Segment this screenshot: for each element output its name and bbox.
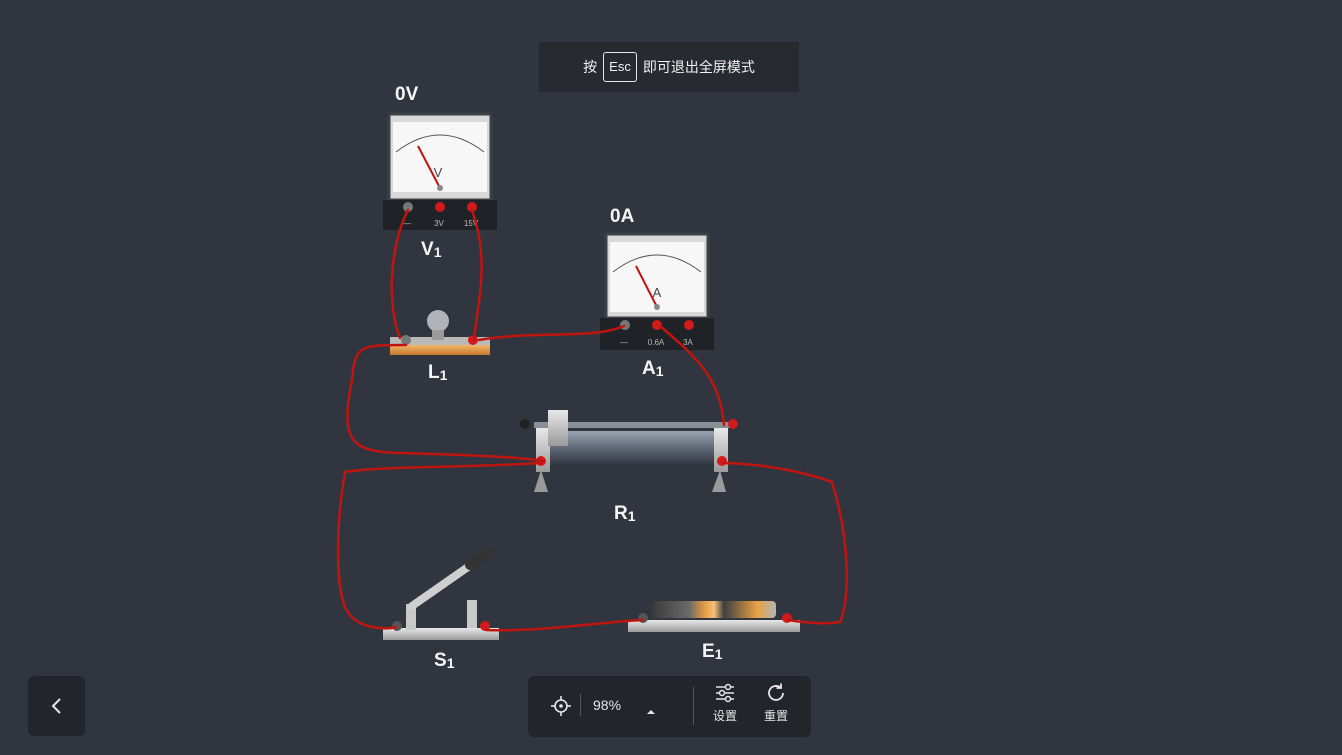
reset-button[interactable]: 重置 [756,682,796,732]
voltmeter-dial-symbol: V [434,165,443,180]
ammeter-terminal-label: — [620,338,628,347]
zoom-level[interactable]: 98% [593,697,621,713]
ammeter-terminal-label: 3A [683,338,693,347]
voltmeter-reading: 0V [395,84,419,105]
voltmeter-terminal-3v[interactable] [435,202,445,212]
toolbar-divider [580,694,581,716]
toolbar-divider [693,687,694,725]
label-main: L [428,362,440,383]
voltmeter-terminal-label: 3V [434,219,444,228]
settings-label: 设置 [712,709,737,723]
settings-button[interactable]: 设置 [705,682,745,732]
fullscreen-exit-hint: 按 Esc 即可退出全屏模式 [539,42,799,92]
sliders-icon [716,683,734,703]
label-sub: 1 [714,646,723,662]
circuit-canvas[interactable]: V — 3V 15V A — 0.6A 3A [0,0,1342,755]
esc-key-badge: Esc [603,52,637,82]
ammeter-terminal-label: 0.6A [648,338,665,347]
lamp-label: L1 [428,362,447,384]
caret-up-icon [647,710,655,714]
wire[interactable] [336,461,543,630]
recenter-button[interactable] [550,695,572,722]
ammeter-label: A1 [642,358,664,380]
label-main: S [434,650,447,671]
ammeter[interactable]: A — 0.6A 3A [600,232,714,350]
voltmeter-label: V1 [421,239,441,261]
wire[interactable] [484,618,645,632]
hint-suffix: 即可退出全屏模式 [642,59,755,75]
battery[interactable] [628,601,800,632]
wire[interactable] [722,461,848,625]
label-sub: 1 [655,363,664,379]
label-sub: 1 [433,244,442,260]
label-main: E [702,641,715,662]
label-main: R [614,503,628,524]
back-button[interactable] [28,676,85,736]
rheostat[interactable] [520,410,738,492]
ammeter-dial-symbol: A [653,285,662,300]
label-sub: 1 [627,508,636,524]
ammeter-terminal-3a[interactable] [684,320,694,330]
refresh-icon [768,683,784,701]
reset-label: 重置 [763,709,788,723]
ammeter-reading: 0A [610,206,635,227]
ammeter-terminal-negative[interactable] [620,320,630,330]
crosshair-icon [551,696,571,716]
rheostat-label: R1 [614,503,636,525]
chevron-left-icon [51,698,61,714]
label-sub: 1 [439,367,448,383]
battery-label: E1 [702,641,722,663]
switch-label: S1 [434,650,454,672]
hint-prefix: 按 [583,59,598,75]
voltmeter[interactable]: V — 3V 15V [383,112,497,230]
switch[interactable] [383,548,499,640]
label-sub: 1 [446,655,455,671]
zoom-dropdown-toggle[interactable] [645,703,657,721]
label-main: V [421,239,434,260]
label-main: A [642,358,656,379]
wires [336,208,848,632]
